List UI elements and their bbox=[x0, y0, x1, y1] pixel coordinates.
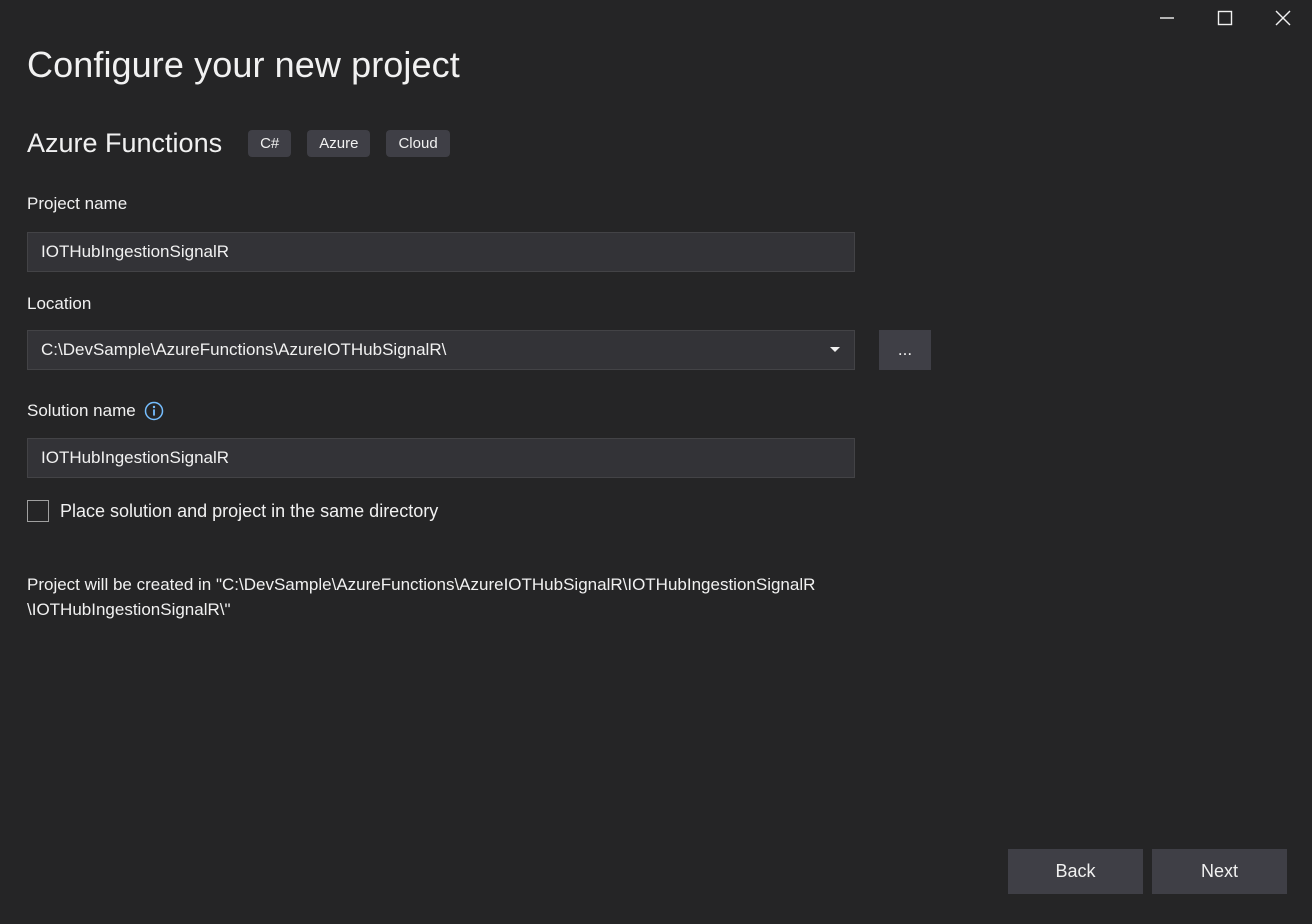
template-summary: Azure Functions C# Azure Cloud bbox=[27, 128, 466, 159]
solution-name-input[interactable] bbox=[27, 438, 855, 478]
same-directory-label[interactable]: Place solution and project in the same d… bbox=[60, 501, 438, 522]
project-location-preview-line-2: \IOTHubIngestionSignalR\" bbox=[27, 600, 231, 619]
template-name: Azure Functions bbox=[27, 128, 223, 158]
same-directory-checkbox[interactable] bbox=[27, 500, 49, 522]
tag-project-type: Cloud bbox=[386, 130, 450, 157]
solution-name-label: Solution name bbox=[27, 401, 136, 420]
project-location-preview-line-1: Project will be created in "C:\DevSample… bbox=[27, 575, 816, 594]
tag-language: C# bbox=[248, 130, 292, 157]
solution-name-label-row: Solution name bbox=[27, 401, 164, 421]
next-button[interactable]: Next bbox=[1152, 849, 1287, 894]
dialog-window: Configure your new project Azure Functio… bbox=[0, 0, 1312, 924]
maximize-button[interactable] bbox=[1196, 0, 1254, 36]
close-icon bbox=[1275, 10, 1291, 26]
back-button[interactable]: Back bbox=[1008, 849, 1143, 894]
browse-location-button[interactable]: ... bbox=[879, 330, 931, 370]
window-controls bbox=[1138, 0, 1312, 36]
project-location-preview: Project will be created in "C:\DevSample… bbox=[27, 572, 857, 622]
maximize-icon bbox=[1217, 10, 1233, 26]
info-icon[interactable] bbox=[144, 401, 164, 421]
location-label: Location bbox=[27, 294, 92, 313]
same-directory-option: Place solution and project in the same d… bbox=[27, 500, 438, 522]
page-title: Configure your new project bbox=[27, 44, 460, 85]
minimize-icon bbox=[1160, 17, 1174, 19]
dropdown-arrow-icon[interactable] bbox=[829, 347, 841, 353]
tag-platform: Azure bbox=[307, 130, 371, 157]
location-combobox[interactable]: C:\DevSample\AzureFunctions\AzureIOTHubS… bbox=[27, 330, 855, 370]
project-name-label: Project name bbox=[27, 194, 128, 213]
minimize-button[interactable] bbox=[1138, 0, 1196, 36]
close-button[interactable] bbox=[1254, 0, 1312, 36]
location-value: C:\DevSample\AzureFunctions\AzureIOTHubS… bbox=[41, 340, 447, 359]
project-name-input[interactable] bbox=[27, 232, 855, 272]
